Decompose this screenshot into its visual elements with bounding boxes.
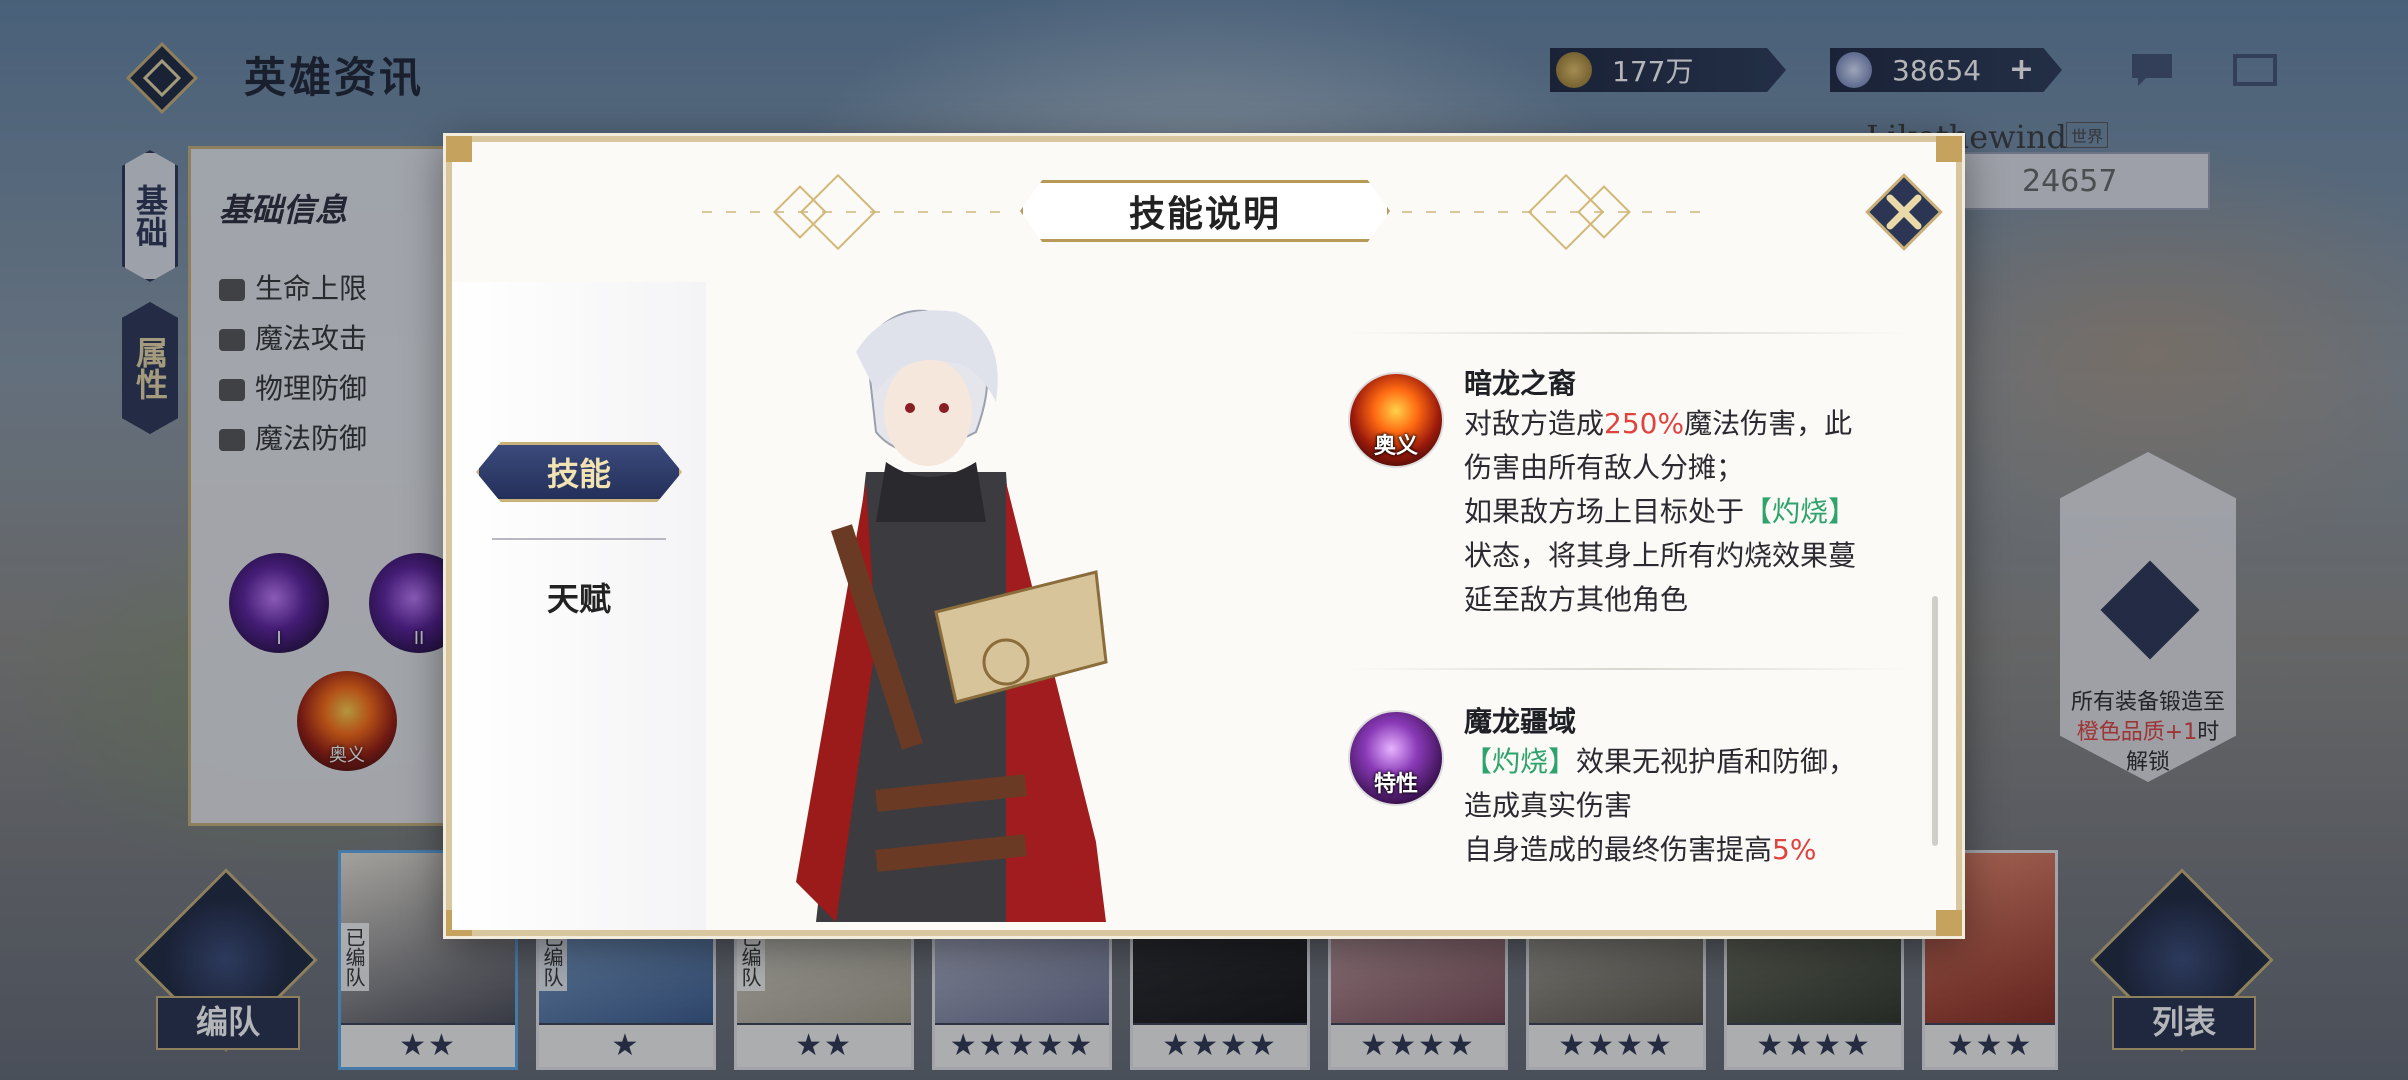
skill-list[interactable]: 奥义 暗龙之裔 对敌方造成250%魔法伤害，此 伤害由所有敌人分摊； 如果敌方场… xyxy=(1348,332,1908,892)
modal-title-banner: 技能说明 xyxy=(1020,180,1390,242)
skill-name: 魔龙疆域 xyxy=(1464,705,1577,738)
tab-talent[interactable]: 天赋 xyxy=(452,574,706,620)
skill-icon-ultimate: 奥义 xyxy=(1348,372,1444,468)
corner-ornament xyxy=(1936,910,1962,936)
skill-description-modal: 技能说明 技能 天赋 奥义 暗龙之裔 对敌方造成250%魔法伤害，此 伤害由所有… xyxy=(446,136,1962,936)
skill-divider xyxy=(1348,668,1908,670)
skill-icon-trait: 特性 xyxy=(1348,710,1444,806)
modal-title: 技能说明 xyxy=(1128,193,1281,235)
skill-divider xyxy=(1348,332,1908,334)
corner-ornament xyxy=(446,136,472,162)
tab-divider xyxy=(492,538,666,540)
tab-skill[interactable]: 技能 xyxy=(476,442,682,502)
modal-tab-column: 技能 天赋 xyxy=(452,282,706,930)
skill-name: 暗龙之裔 xyxy=(1464,367,1577,400)
skill-description: 对敌方造成250%魔法伤害，此 伤害由所有敌人分摊； 如果敌方场上目标处于【灼烧… xyxy=(1464,407,1857,616)
corner-ornament xyxy=(1936,136,1962,162)
hero-portrait-illustration xyxy=(796,309,1108,922)
skill-list-scrollbar[interactable] xyxy=(1932,596,1938,846)
close-icon[interactable] xyxy=(1864,172,1944,252)
skill-description: 【灼烧】效果无视护盾和防御， 造成真实伤害 自身造成的最终伤害提高5% xyxy=(1464,745,1857,866)
